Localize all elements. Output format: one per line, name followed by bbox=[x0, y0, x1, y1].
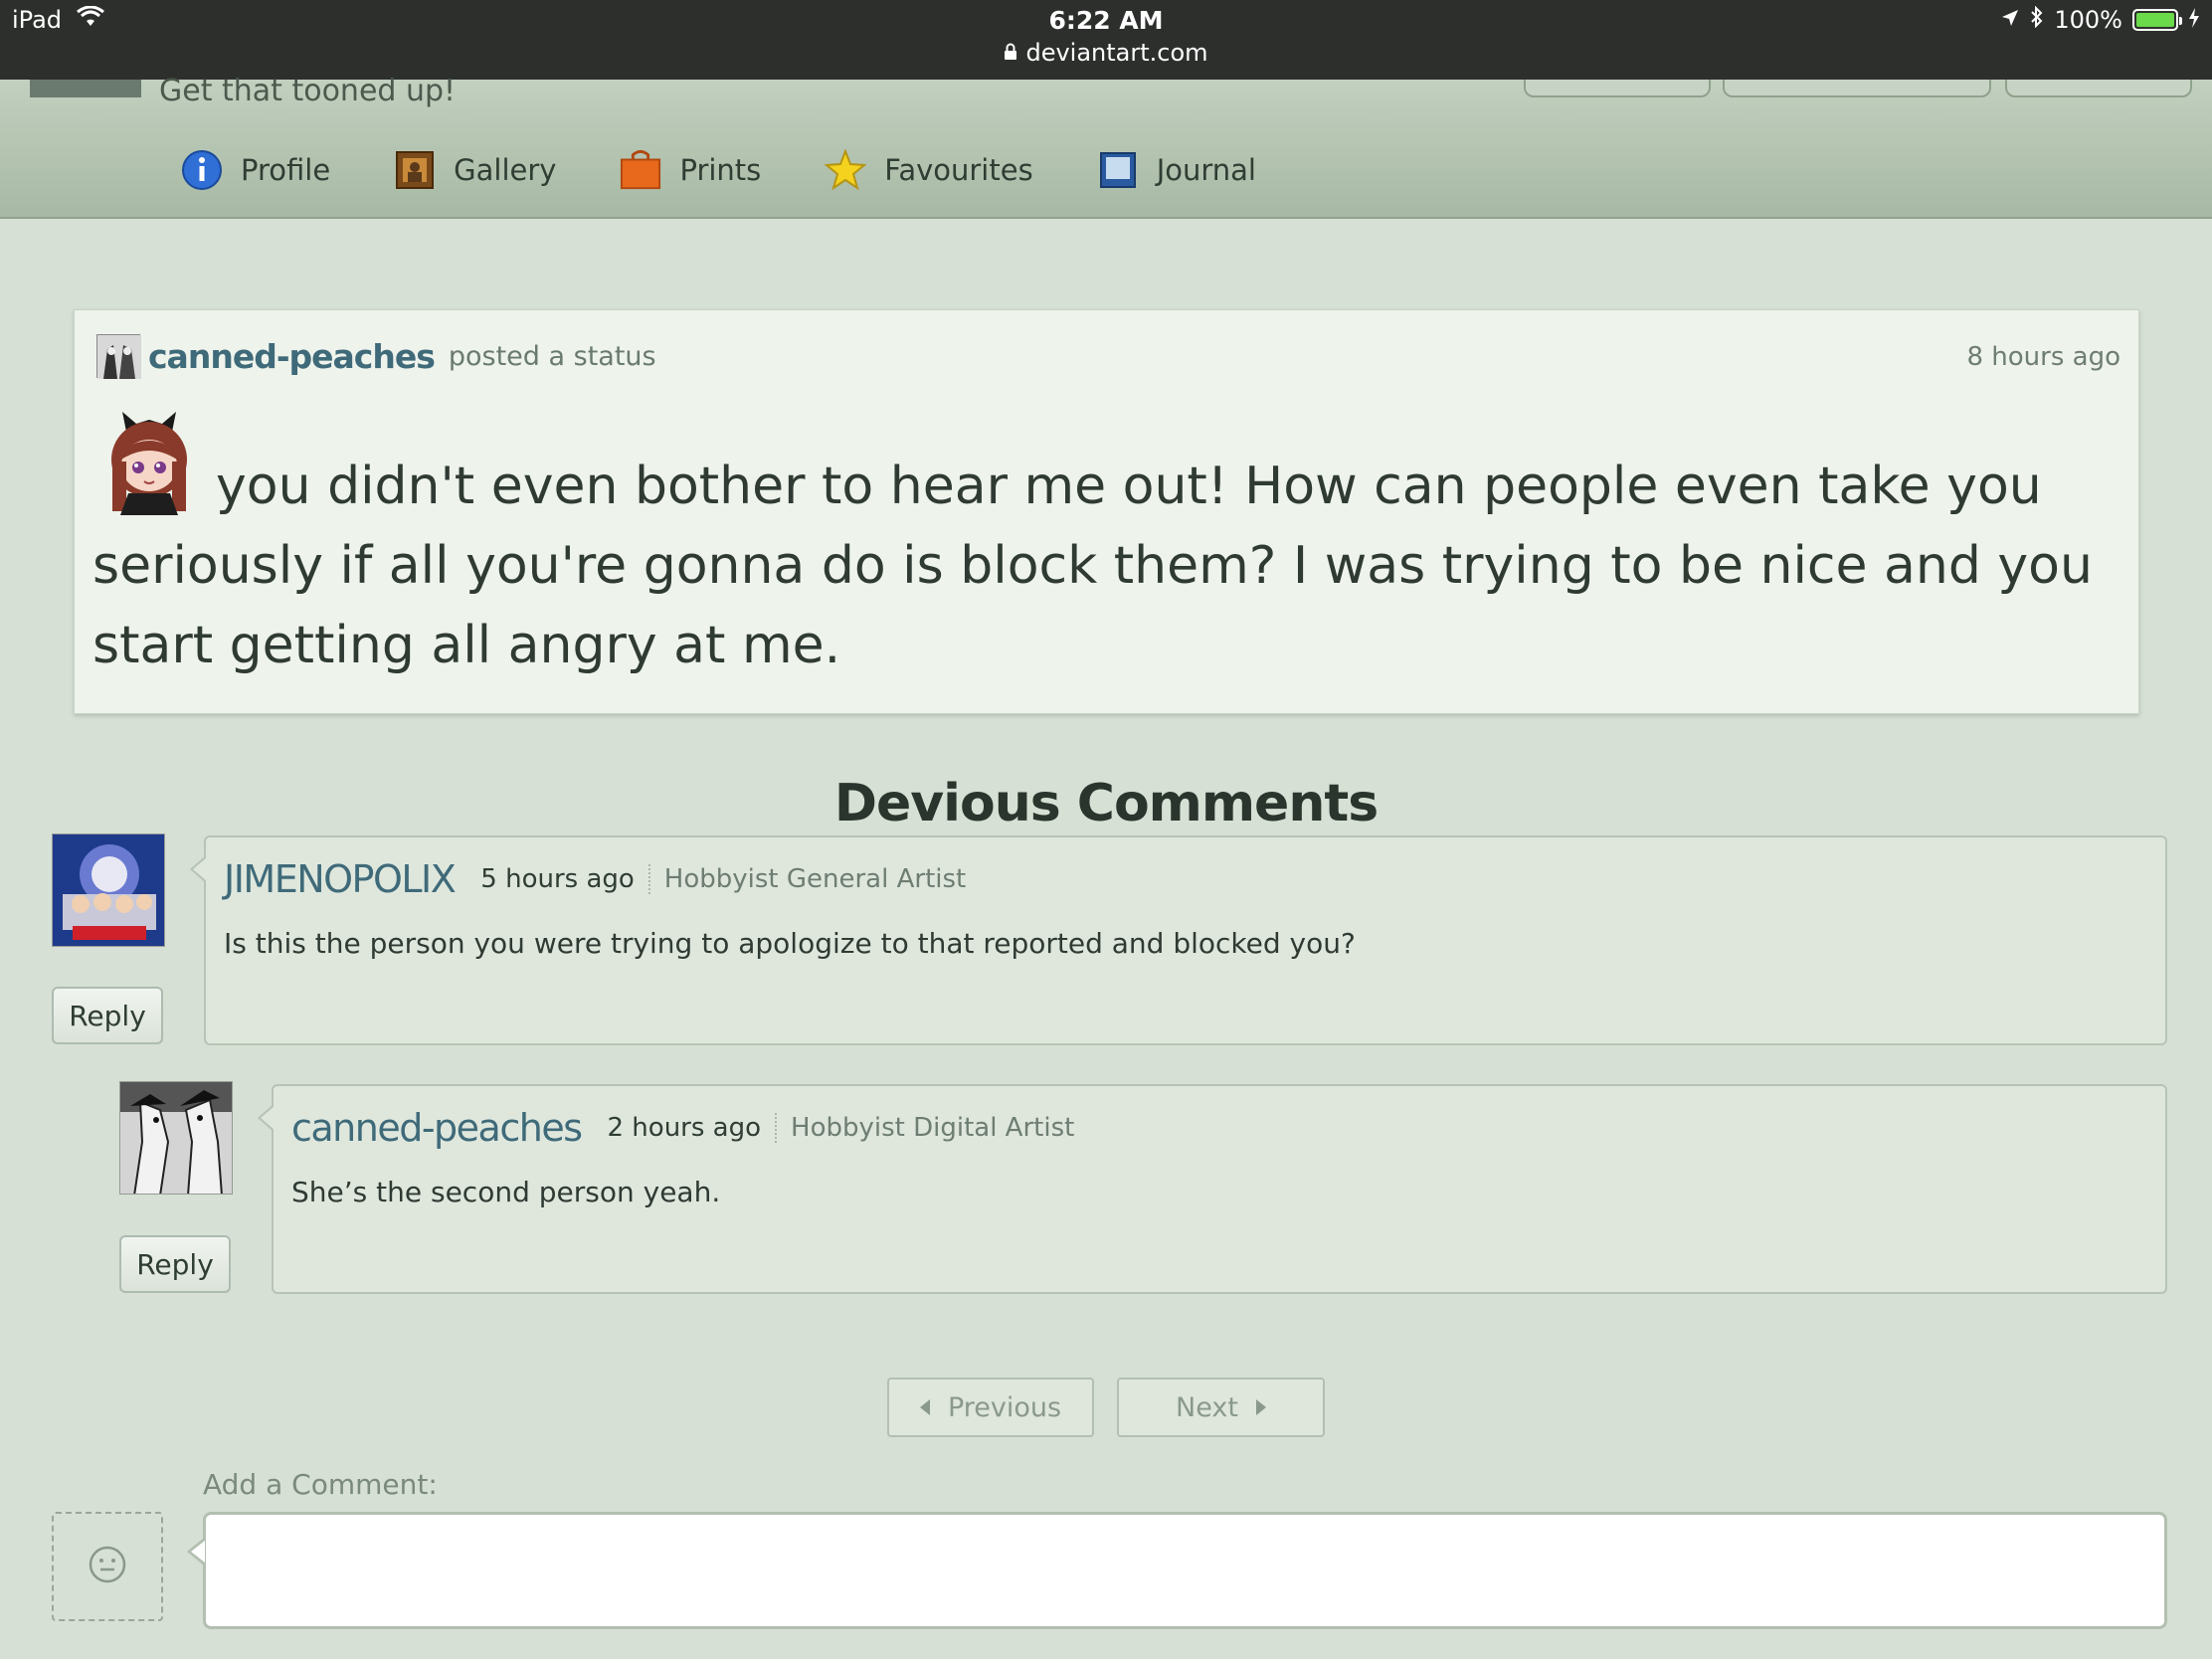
chevron-left-icon bbox=[919, 1399, 930, 1415]
anime-girl-emote-icon bbox=[92, 402, 206, 515]
smiley-icon bbox=[88, 1545, 127, 1588]
status-author-avatar[interactable] bbox=[96, 334, 141, 379]
url-display[interactable]: deviantart.com bbox=[1004, 39, 1208, 67]
emoticon-picker[interactable] bbox=[52, 1512, 163, 1621]
status-body: you didn't even bother to hear me out! H… bbox=[92, 402, 2121, 685]
status-timestamp: 8 hours ago bbox=[1966, 342, 2120, 372]
nav-label: Gallery bbox=[454, 153, 557, 187]
profile-avatar-cropped[interactable] bbox=[30, 80, 141, 97]
lock-icon bbox=[1004, 39, 1017, 67]
nav-item-prints[interactable]: Prints bbox=[620, 149, 761, 191]
nav-label: Journal bbox=[1156, 153, 1256, 187]
profile-tagline: Get that tooned up! bbox=[159, 74, 457, 108]
status-header: canned-peaches posted a status bbox=[96, 334, 656, 379]
previous-label: Previous bbox=[947, 1391, 1062, 1423]
star-icon bbox=[825, 149, 867, 191]
nav-item-journal[interactable]: Journal bbox=[1097, 149, 1256, 191]
battery-percent: 100% bbox=[2054, 6, 2122, 34]
comment-input[interactable] bbox=[203, 1512, 2167, 1629]
nav-label: Profile bbox=[241, 153, 331, 187]
next-label: Next bbox=[1176, 1391, 1238, 1423]
info-icon bbox=[181, 149, 223, 191]
profile-nav: Profile Gallery Prints Favourites Journa… bbox=[181, 149, 1256, 191]
header-action-button-3[interactable] bbox=[2005, 80, 2192, 97]
gallery-icon bbox=[394, 149, 436, 191]
battery-fill bbox=[2136, 13, 2174, 27]
comment-author-role: Hobbyist Digital Artist bbox=[791, 1113, 1075, 1143]
comment-card: JIMENOPOLIX 5 hours ago Hobbyist General… bbox=[190, 835, 2167, 1045]
comment-author-link[interactable]: canned-peaches bbox=[291, 1106, 583, 1150]
prints-bag-icon bbox=[620, 149, 661, 191]
location-arrow-icon bbox=[2000, 6, 2020, 34]
chevron-right-icon bbox=[1255, 1399, 1266, 1415]
status-bar-right: 100% bbox=[2000, 5, 2200, 34]
nav-item-favourites[interactable]: Favourites bbox=[825, 149, 1033, 191]
url-text: deviantart.com bbox=[1025, 39, 1208, 67]
reply-button[interactable]: Reply bbox=[52, 987, 163, 1044]
clock: 6:22 AM bbox=[1048, 6, 1164, 35]
status-author-link[interactable]: canned-peaches bbox=[148, 337, 436, 376]
bluetooth-icon bbox=[2030, 5, 2044, 34]
header-action-button-2[interactable] bbox=[1723, 80, 1991, 97]
header-action-button-1[interactable] bbox=[1524, 80, 1711, 97]
nav-item-profile[interactable]: Profile bbox=[181, 149, 330, 191]
comment-timestamp[interactable]: 2 hours ago bbox=[608, 1113, 778, 1143]
status-action-text: posted a status bbox=[448, 340, 656, 372]
reply-button[interactable]: Reply bbox=[119, 1235, 231, 1293]
comment-meta: JIMENOPOLIX 5 hours ago Hobbyist General… bbox=[224, 857, 966, 901]
status-post-card: canned-peaches posted a status 8 hours a… bbox=[74, 309, 2139, 714]
comment-text: She’s the second person yeah. bbox=[291, 1176, 721, 1208]
previous-page-button[interactable]: Previous bbox=[887, 1378, 1094, 1437]
comment-author-role: Hobbyist General Artist bbox=[663, 864, 967, 894]
next-page-button[interactable]: Next bbox=[1117, 1378, 1325, 1437]
status-text: you didn't even bother to hear me out! H… bbox=[92, 457, 2093, 675]
profile-header: Get that tooned up! Profile Gallery Prin… bbox=[0, 74, 2212, 219]
input-pointer-inner bbox=[191, 1541, 205, 1563]
nav-label: Favourites bbox=[884, 153, 1033, 187]
battery-icon bbox=[2132, 9, 2182, 31]
comment-timestamp[interactable]: 5 hours ago bbox=[480, 864, 650, 894]
status-bar-center: 6:22 AM deviantart.com bbox=[0, 6, 2212, 67]
comment-text: Is this the person you were trying to ap… bbox=[224, 927, 1356, 960]
nav-label: Prints bbox=[679, 153, 762, 187]
nav-item-gallery[interactable]: Gallery bbox=[394, 149, 556, 191]
comments-section-title: Devious Comments bbox=[833, 774, 1379, 833]
journal-icon bbox=[1097, 149, 1139, 191]
charging-bolt-icon bbox=[2188, 6, 2200, 34]
commenter-avatar[interactable] bbox=[52, 833, 165, 947]
comment-author-link[interactable]: JIMENOPOLIX bbox=[224, 857, 457, 901]
comment-card: canned-peaches 2 hours ago Hobbyist Digi… bbox=[258, 1084, 2167, 1294]
add-comment-label: Add a Comment: bbox=[203, 1468, 438, 1501]
ios-status-bar: iPad 6:22 AM deviantart.com 100% bbox=[0, 0, 2212, 80]
commenter-avatar[interactable] bbox=[119, 1081, 233, 1195]
comment-meta: canned-peaches 2 hours ago Hobbyist Digi… bbox=[291, 1106, 1074, 1150]
